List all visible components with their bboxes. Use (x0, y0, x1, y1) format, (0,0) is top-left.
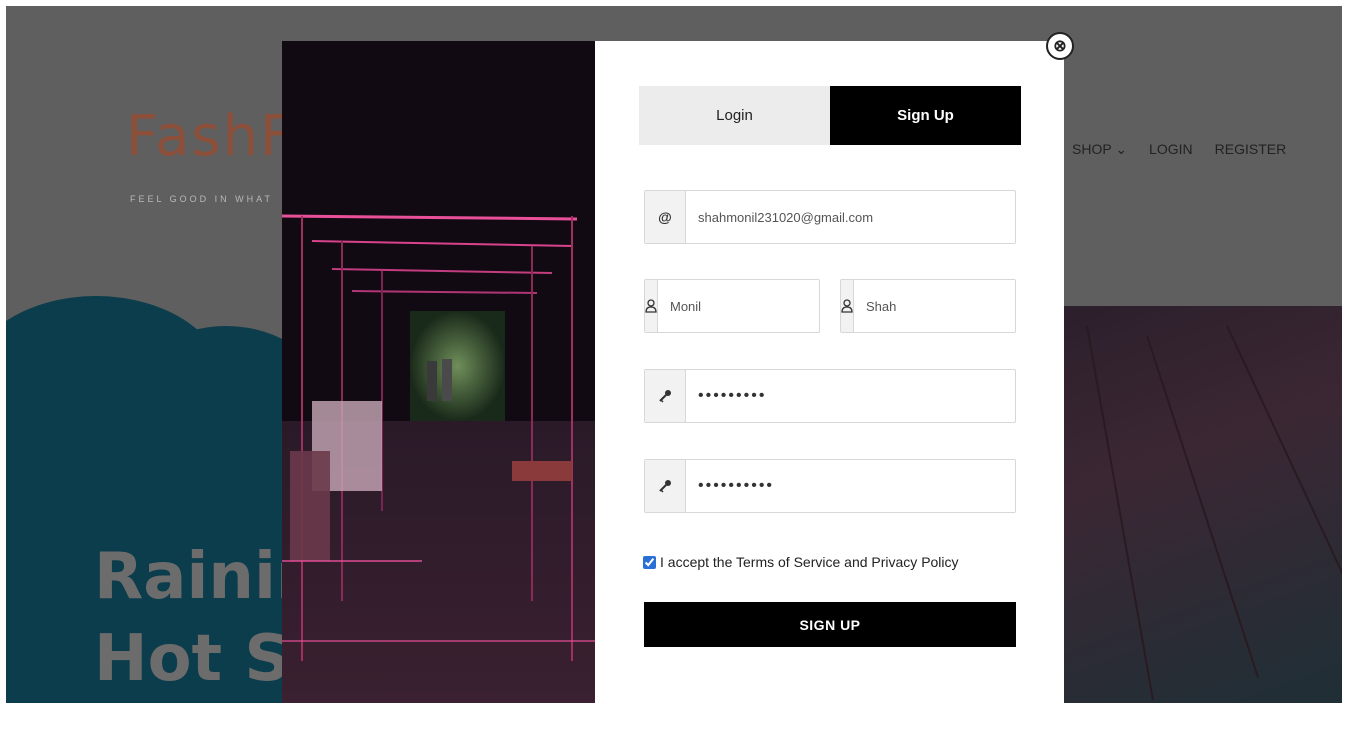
last-name-input[interactable] (854, 280, 1054, 332)
signup-form-panel: Login Sign Up @ shahmonil231020@gmail.co… (595, 41, 1064, 703)
at-icon: @ (645, 191, 686, 243)
last-name-field (840, 279, 1054, 333)
terms-label[interactable]: I accept the Terms of Service and Privac… (660, 554, 959, 570)
first-name-field (644, 279, 858, 333)
store-interior-illustration (282, 41, 595, 703)
auth-tabs: Login Sign Up (639, 86, 1021, 145)
main-nav: SHOP ⌄ LOGIN REGISTER (1072, 141, 1286, 158)
user-icon (645, 280, 658, 332)
nav-login[interactable]: LOGIN (1149, 141, 1193, 158)
signup-submit-button[interactable]: SIGN UP (644, 602, 1016, 647)
tab-login[interactable]: Login (639, 86, 830, 145)
key-icon (645, 460, 686, 512)
confirm-password-field (644, 459, 1016, 513)
password-field (644, 369, 1016, 423)
password-input[interactable] (686, 370, 1015, 422)
email-input[interactable] (686, 191, 1015, 243)
close-icon[interactable]: ⊗ (1046, 32, 1074, 60)
first-name-input[interactable] (658, 280, 858, 332)
terms-checkbox[interactable] (643, 555, 656, 569)
terms-row: I accept the Terms of Service and Privac… (643, 554, 959, 570)
tab-signup[interactable]: Sign Up (830, 86, 1021, 145)
nav-register[interactable]: REGISTER (1215, 141, 1287, 158)
user-icon (841, 280, 854, 332)
site-tagline: FEEL GOOD IN WHAT (130, 194, 274, 204)
email-field: @ (644, 190, 1016, 244)
site-logo[interactable]: FashF (126, 104, 294, 169)
key-icon (645, 370, 686, 422)
nav-shop[interactable]: SHOP ⌄ (1072, 141, 1127, 158)
signup-modal: Login Sign Up @ shahmonil231020@gmail.co… (282, 41, 1064, 703)
store-interior-image (282, 41, 595, 703)
confirm-password-input[interactable] (686, 460, 1015, 512)
